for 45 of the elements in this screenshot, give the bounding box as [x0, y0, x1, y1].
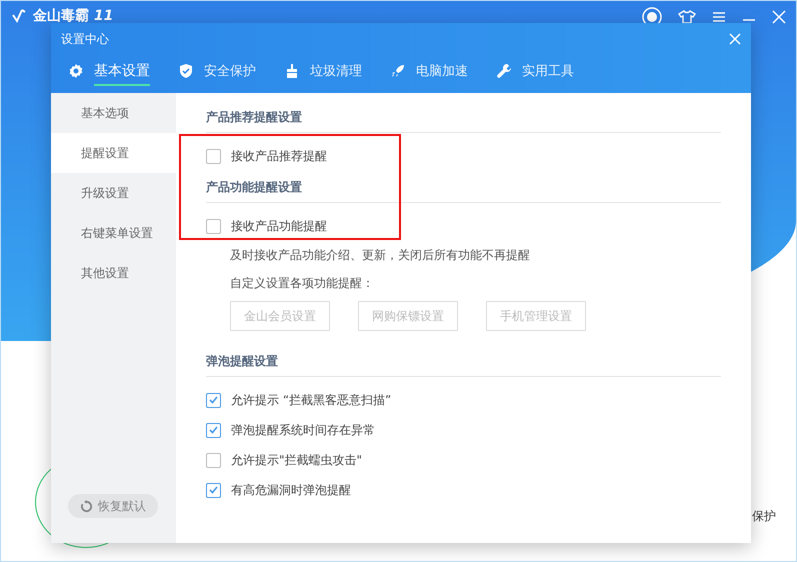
close-icon[interactable] [772, 10, 786, 24]
checkbox[interactable] [206, 422, 221, 438]
check-icon [209, 486, 218, 494]
settings-tab[interactable]: 电脑加速 [416, 56, 468, 86]
settings-tab[interactable]: 垃圾清理 [310, 56, 362, 86]
hint-text: 及时接收产品功能介绍、更新，关闭后所有功能不再提醒 [229, 246, 531, 264]
sidebar-item[interactable]: 右键菜单设置 [51, 213, 176, 253]
checkbox-label: 接收产品功能提醒 [231, 218, 327, 234]
checkbox[interactable] [206, 392, 221, 408]
section-heading: 产品推荐提醒设置 [206, 109, 721, 133]
section-heading: 产品功能提醒设置 [206, 179, 721, 203]
wrench-icon [496, 63, 512, 79]
gear-icon [68, 63, 84, 79]
checkbox[interactable] [206, 218, 221, 234]
close-icon[interactable] [729, 33, 741, 45]
menu-icon[interactable] [712, 11, 726, 23]
checkbox[interactable] [206, 148, 221, 164]
dialog-title: 设置中心 [61, 30, 109, 48]
reset-icon [80, 500, 93, 512]
checkbox-label: 允许提示"拦截蠕虫攻击" [231, 452, 362, 468]
shirt-icon[interactable] [678, 10, 696, 24]
app-title: 金山毒霸 11 [33, 7, 114, 25]
checkbox-label: 允许提示 “拦截黑客恶意扫描” [231, 392, 392, 408]
checkbox[interactable] [206, 482, 221, 498]
hint-text: 自定义设置各项功能提醒： [229, 274, 375, 292]
section-heading: 弹泡提醒设置 [206, 353, 721, 377]
rocket-icon [390, 63, 406, 79]
sidebar-item[interactable]: 基本选项 [51, 93, 176, 133]
sidebar-item[interactable]: 提醒设置 [51, 133, 176, 173]
settings-tab[interactable]: 安全保护 [204, 56, 256, 86]
sidebar-item[interactable]: 升级设置 [51, 173, 176, 213]
settings-tab[interactable]: 实用工具 [522, 56, 574, 86]
restore-defaults-button[interactable]: 恢复默认 [68, 494, 158, 518]
broom-icon [284, 63, 300, 79]
logo-icon [11, 8, 27, 24]
background-label: 保护 [752, 508, 776, 525]
sidebar-item[interactable]: 其他设置 [51, 253, 176, 293]
shield-icon [178, 63, 194, 79]
checkbox-label: 有高危漏洞时弹泡提醒 [231, 482, 351, 498]
checkbox[interactable] [206, 452, 221, 468]
settings-tab[interactable]: 基本设置 [94, 56, 150, 86]
check-icon [209, 396, 218, 404]
checkbox-label: 弹泡提醒系统时间存在异常 [231, 422, 375, 438]
checkbox-label: 接收产品推荐提醒 [231, 148, 327, 164]
check-icon [209, 426, 218, 434]
